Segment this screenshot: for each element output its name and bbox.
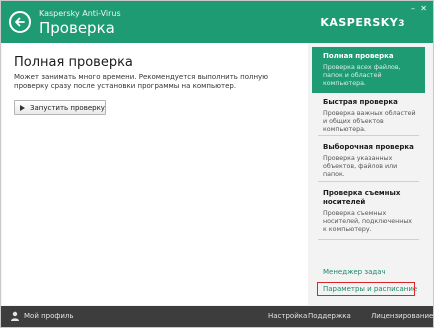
sidebar-item-desc: Проверка всех файлов, папок и областей к…	[323, 64, 401, 87]
sidebar-item-quick-scan[interactable]: Быстрая проверка Проверка важных областе…	[312, 93, 425, 137]
sidebar-item-title: Полная проверка	[323, 52, 394, 60]
divider	[318, 135, 419, 136]
sidebar-item-title: Проверка съемных носителей	[323, 189, 401, 206]
sidebar-item-title: Быстрая проверка	[323, 98, 398, 106]
sidebar-item-desc: Проверка съемных носителей, подключенных…	[323, 210, 413, 233]
start-scan-label: Запустить проверку	[30, 103, 105, 112]
main-panel: Полная проверка Может занимать много вре…	[2, 43, 308, 305]
app-name: Kaspersky Anti-Virus	[39, 9, 121, 18]
divider	[318, 239, 419, 240]
header-bar: Kaspersky Anti-Virus Проверка KASPERSKY3…	[1, 1, 433, 43]
sidebar-item-full-scan[interactable]: Полная проверка Проверка всех файлов, па…	[312, 47, 425, 93]
arrow-left-icon	[15, 17, 25, 27]
scan-title: Полная проверка	[14, 55, 133, 70]
footer-bar: Мой профиль Настройка Поддержка Лицензир…	[1, 306, 433, 327]
highlight-box	[317, 282, 415, 296]
sidebar-item-desc: Проверка важных областей и общих объекто…	[323, 110, 416, 133]
scan-description: Может занимать много времени. Рекомендуе…	[14, 73, 269, 90]
settings-link[interactable]: Настройка	[268, 312, 307, 320]
sidebar-item-removable-scan[interactable]: Проверка съемных носителей Проверка съем…	[312, 184, 425, 240]
sidebar-item-desc: Проверка указанных объектов, файлов или …	[323, 155, 398, 178]
app-window: Kaspersky Anti-Virus Проверка KASPERSKY3…	[0, 0, 434, 328]
task-manager-link[interactable]: Менеджер задач	[323, 268, 386, 276]
play-icon	[20, 104, 25, 111]
profile-icon	[11, 311, 19, 321]
sidebar-item-custom-scan[interactable]: Выборочная проверка Проверка указанных о…	[312, 138, 425, 182]
minimize-button[interactable]: –	[411, 5, 415, 13]
kaspersky-logo: KASPERSKY3	[320, 16, 405, 29]
start-scan-button[interactable]: Запустить проверку	[14, 100, 106, 115]
divider	[318, 181, 419, 182]
support-link[interactable]: Поддержка	[308, 312, 351, 320]
page-title: Проверка	[39, 19, 115, 37]
sidebar-item-title: Выборочная проверка	[323, 143, 414, 151]
licensing-link[interactable]: Лицензирование	[371, 312, 433, 320]
back-button[interactable]	[9, 11, 31, 33]
scan-type-sidebar: Полная проверка Проверка всех файлов, па…	[312, 47, 425, 303]
close-button[interactable]: ✕	[420, 5, 427, 13]
my-profile-link[interactable]: Мой профиль	[24, 312, 74, 320]
